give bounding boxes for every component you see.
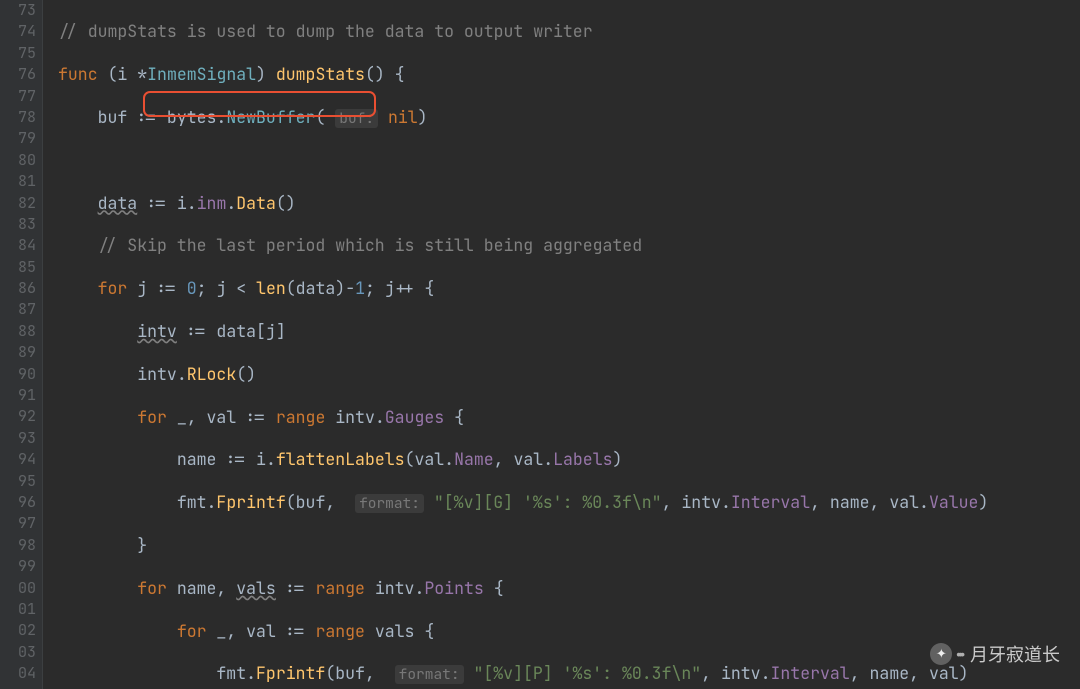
line-number-gutter: 73 74 75 76 77 78 79 80 81 82 83 84 85 8… [0,0,42,689]
line-number: 95 [0,471,36,492]
line-number: 87 [0,299,36,320]
code-line[interactable]: // dumpStats is used to dump the data to… [58,21,1080,42]
line-number: 86 [0,278,36,299]
line-number: 88 [0,321,36,342]
line-number: 76 [0,64,36,85]
line-number: 81 [0,171,36,192]
line-number: 73 [0,0,36,21]
line-number: 93 [0,428,36,449]
code-line[interactable]: buf := bytes.NewBuffer( buf: nil) [58,107,1080,128]
line-number: 84 [0,235,36,256]
line-number: 00 [0,578,36,599]
gutter-border [42,0,52,689]
inlay-hint: format: [355,494,424,513]
line-number: 75 [0,43,36,64]
inlay-hint: format: [395,665,464,684]
code-line[interactable]: for name, vals := range intv.Points { [58,578,1080,599]
line-number: 91 [0,385,36,406]
line-number: 97 [0,513,36,534]
line-number: 82 [0,193,36,214]
code-line[interactable]: // Skip the last period which is still b… [58,235,1080,256]
code-area[interactable]: // dumpStats is used to dump the data to… [52,0,1080,689]
inlay-hint: buf: [335,109,378,128]
line-number: 74 [0,21,36,42]
line-number: 92 [0,406,36,427]
line-number: 03 [0,642,36,663]
code-line[interactable]: intv := data[j] [58,321,1080,342]
line-number: 79 [0,128,36,149]
code-line[interactable]: fmt.Fprintf(buf, format: "[%v][G] '%s': … [58,492,1080,513]
code-line[interactable] [58,150,1080,171]
line-number: 78 [0,107,36,128]
code-line[interactable]: for _, val := range vals { [58,621,1080,642]
code-line[interactable]: data := i.inm.Data() [58,193,1080,214]
line-number: 89 [0,342,36,363]
line-number: 96 [0,492,36,513]
watermark: ✦ ••• 月牙寂道长 [930,641,1060,667]
code-editor[interactable]: 73 74 75 76 77 78 79 80 81 82 83 84 85 8… [0,0,1080,689]
line-number: 99 [0,556,36,577]
ellipsis-icon: ••• [956,646,962,662]
line-number: 02 [0,620,36,641]
code-line[interactable]: name := i.flattenLabels(val.Name, val.La… [58,449,1080,470]
code-line[interactable]: intv.RLock() [58,364,1080,385]
code-line[interactable]: func (i *InmemSignal) dumpStats() { [58,64,1080,85]
wechat-icon: ✦ [930,643,952,665]
code-line[interactable]: for _, val := range intv.Gauges { [58,407,1080,428]
code-line[interactable]: } [58,535,1080,556]
line-number: 90 [0,364,36,385]
code-line[interactable]: for j := 0; j < len(data)-1; j++ { [58,278,1080,299]
line-number: 94 [0,449,36,470]
line-number: 04 [0,663,36,684]
line-number: 01 [0,599,36,620]
line-number: 83 [0,214,36,235]
line-number: 80 [0,150,36,171]
line-number: 98 [0,535,36,556]
line-number: 85 [0,257,36,278]
code-line[interactable]: fmt.Fprintf(buf, format: "[%v][P] '%s': … [58,663,1080,684]
line-number: 77 [0,86,36,107]
watermark-text: 月牙寂道长 [970,641,1060,667]
